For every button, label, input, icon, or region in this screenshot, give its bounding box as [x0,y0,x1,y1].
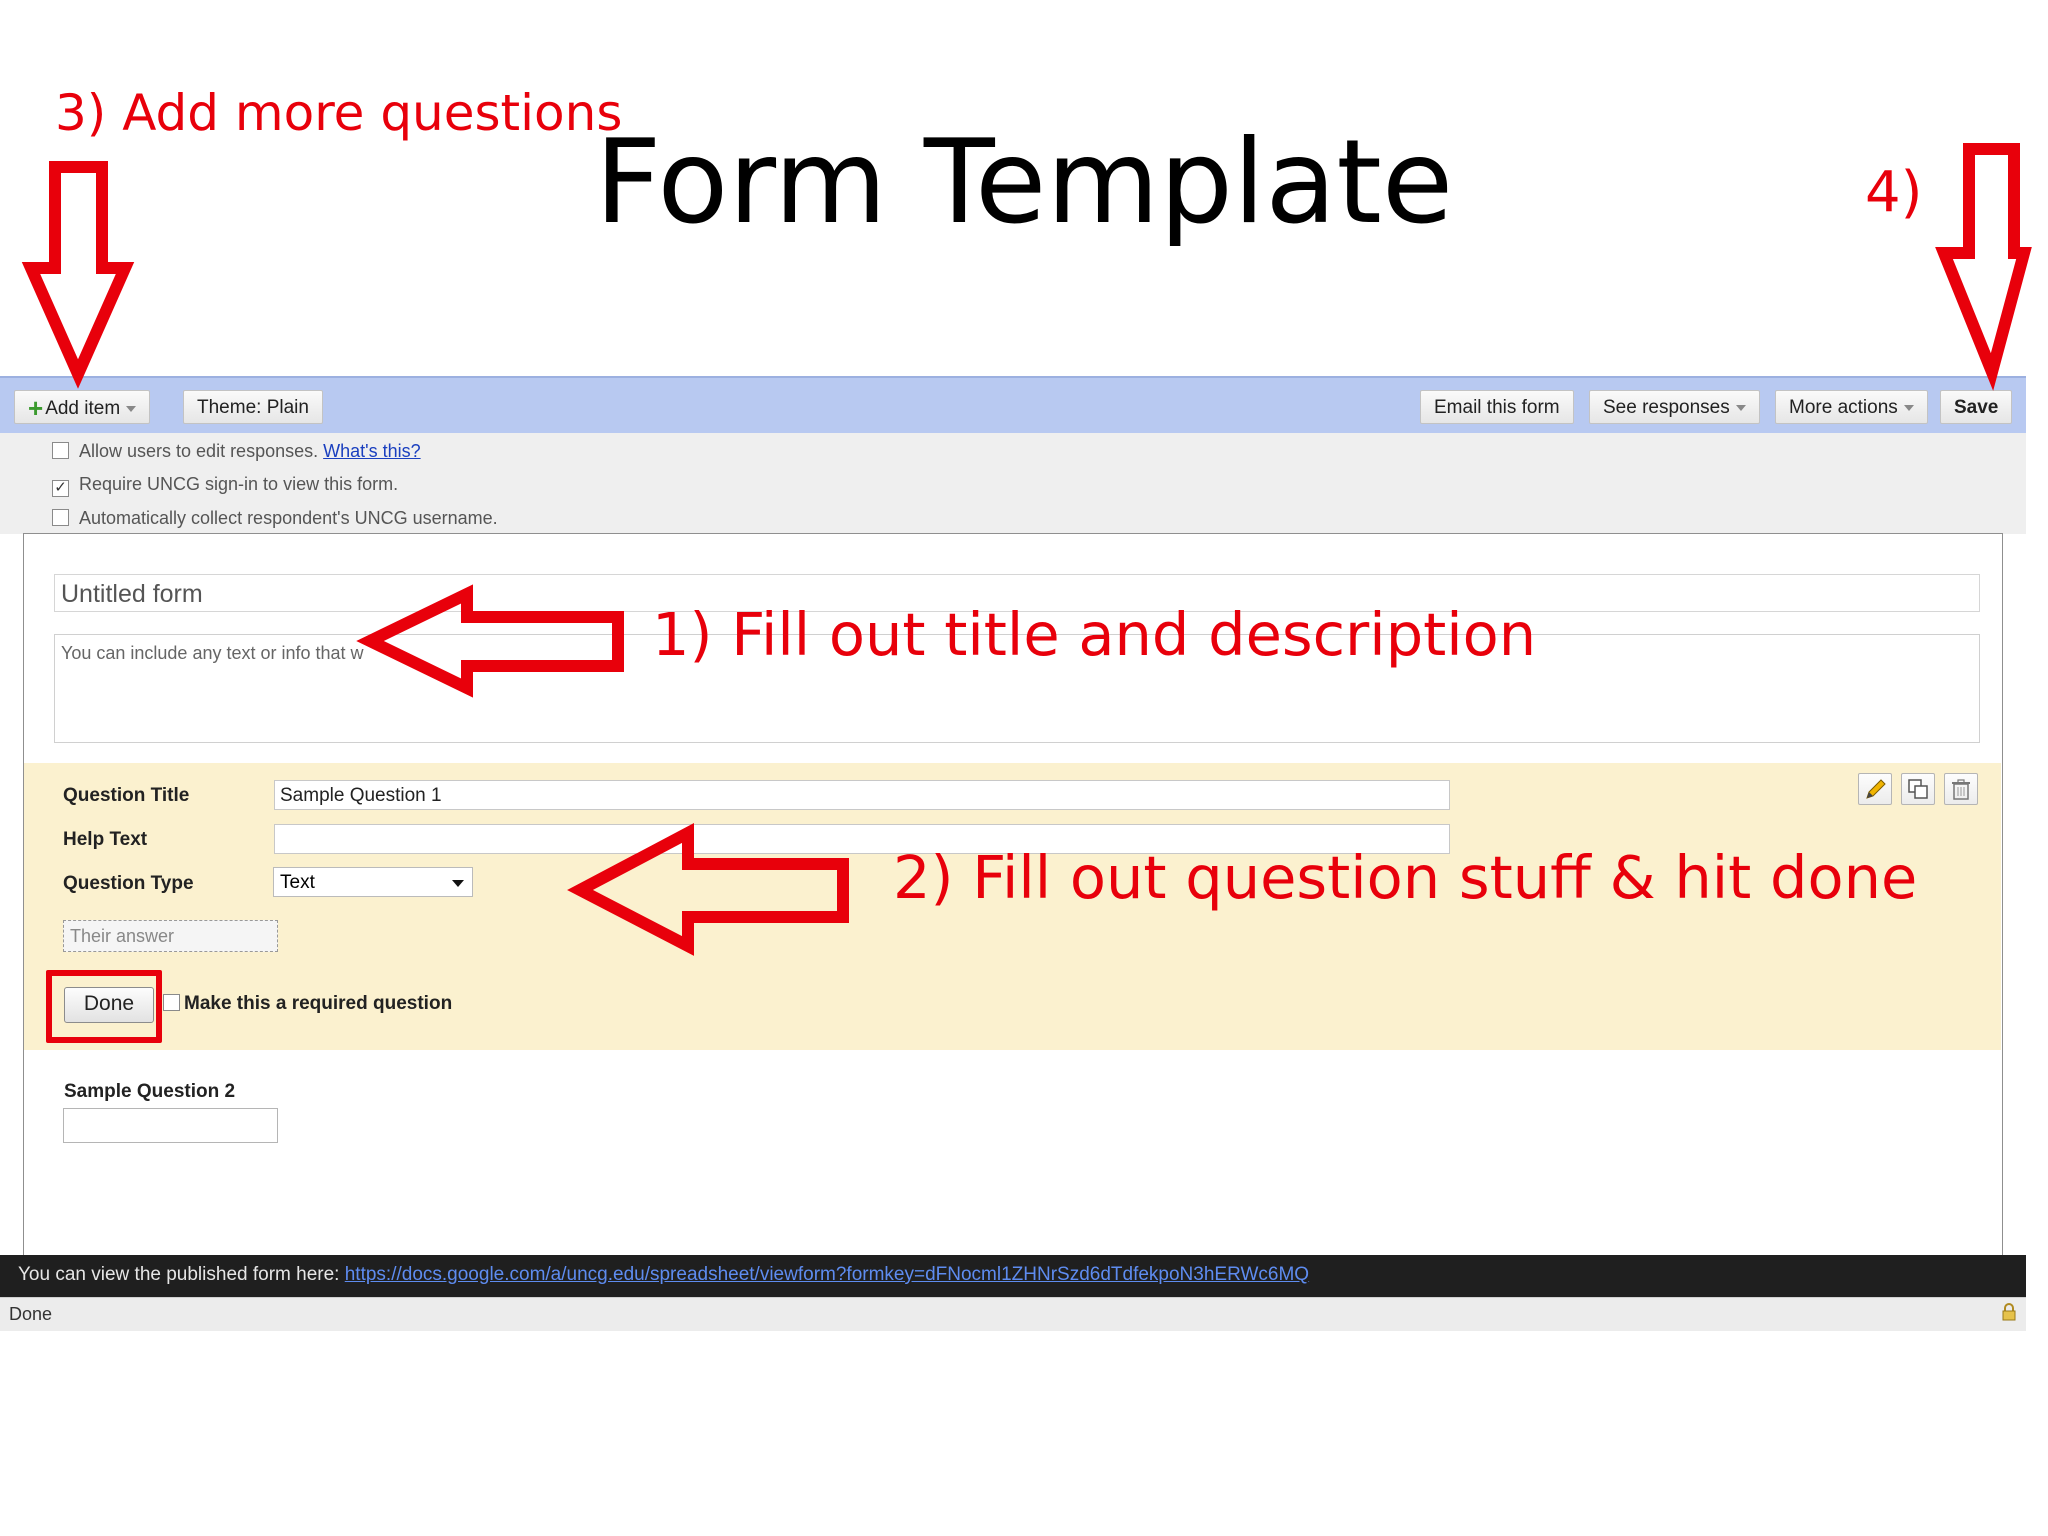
arrow-down-add-item [21,161,135,389]
annotation-arrows [21,143,2032,956]
annotation-step1: 1) Fill out title and description [652,600,1537,669]
arrow-left-title [356,584,624,698]
arrow-left-question [567,823,849,956]
arrow-down-save [1935,143,2032,391]
annotation-step2: 2) Fill out question stuff & hit done [893,843,1918,912]
